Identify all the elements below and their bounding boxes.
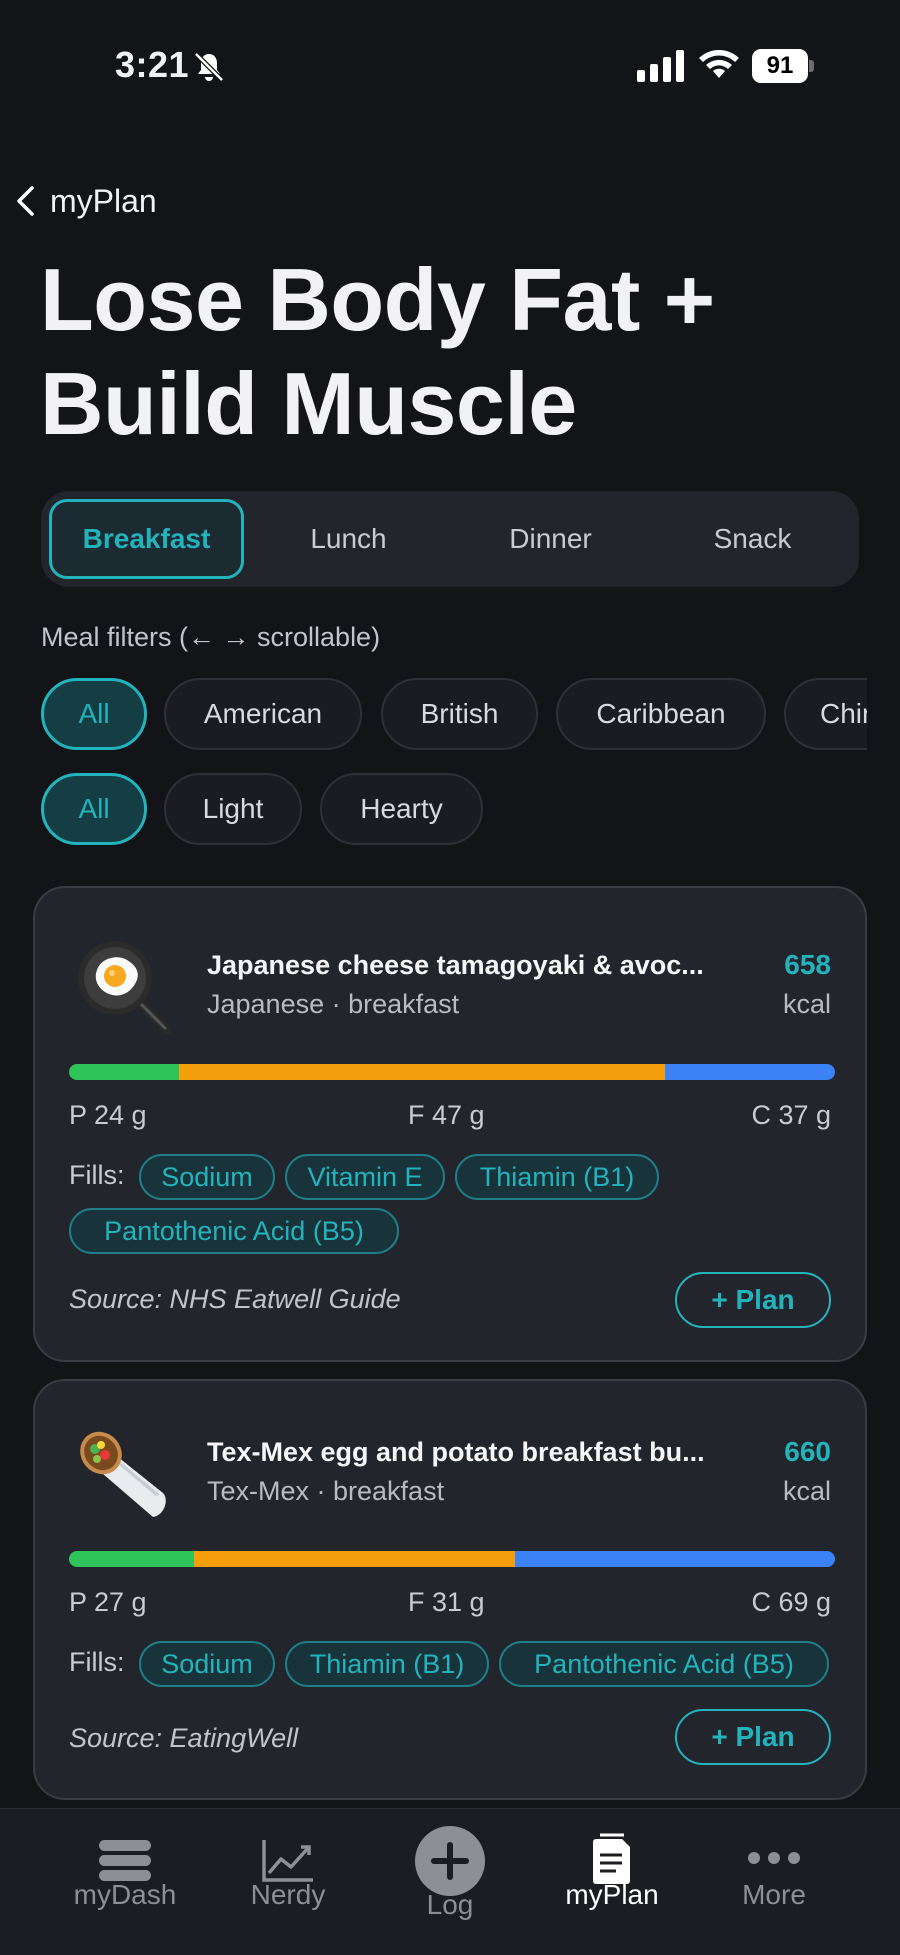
- tab-breakfast[interactable]: Breakfast: [49, 499, 244, 579]
- document-icon: [593, 1833, 630, 1884]
- nutrient-tag: Vitamin E: [285, 1154, 445, 1200]
- tab-label: Nerdy: [250, 1879, 326, 1910]
- meal-kcal-value: 658: [784, 949, 831, 980]
- tab-label: Log: [426, 1889, 474, 1920]
- add-to-plan-button[interactable]: + Plan: [675, 1709, 831, 1765]
- tab-myplan[interactable]: myPlan: [532, 1809, 692, 1955]
- battery-indicator: 91: [752, 49, 814, 83]
- meal-source: Source: EatingWell: [69, 1723, 299, 1753]
- portion-chip-light[interactable]: Light: [164, 773, 302, 845]
- macro-bar: [69, 1064, 835, 1080]
- meal-name: Tex-Mex egg and potato breakfast bu...: [207, 1437, 705, 1467]
- tab-lunch[interactable]: Lunch: [251, 499, 446, 579]
- page-title: Lose Body Fat + Build Muscle: [40, 250, 715, 453]
- battery-level: 91: [752, 49, 808, 83]
- tab-nerdy[interactable]: Nerdy: [208, 1809, 368, 1955]
- macro-bar-protein: [69, 1551, 194, 1567]
- ellipsis-icon: [748, 1852, 800, 1864]
- meal-kcal-unit: kcal: [782, 989, 831, 1019]
- back-label: myPlan: [50, 182, 157, 219]
- meal-cuisine: Tex-Mex · breakfast: [207, 1476, 445, 1506]
- meal-kcal-unit: kcal: [782, 1476, 831, 1506]
- tab-label: myDash: [73, 1879, 177, 1910]
- back-button[interactable]: myPlan: [12, 176, 157, 226]
- bell-slash-icon: [194, 52, 224, 82]
- tab-label: More: [742, 1879, 806, 1910]
- macro-bar: [69, 1551, 835, 1567]
- wifi-icon: [699, 50, 739, 78]
- cuisine-filter-row[interactable]: All American British Caribbean Chinese: [41, 678, 867, 750]
- cuisine-chip-british[interactable]: British: [381, 678, 538, 750]
- tab-mydash[interactable]: myDash: [45, 1809, 205, 1955]
- tab-snack[interactable]: Snack: [655, 499, 850, 579]
- meal-filters-label: Meal filters (← → scrollable): [41, 622, 381, 652]
- bottom-tab-bar: myDash Nerdy Log myPlan More: [0, 1808, 900, 1955]
- meal-card[interactable]: Japanese cheese tamagoyaki & avoc... Jap…: [33, 886, 867, 1362]
- macro-bar-fat: [178, 1064, 665, 1080]
- fills-label: Fills:: [69, 1647, 125, 1677]
- stack-icon: [99, 1840, 151, 1881]
- meal-name: Japanese cheese tamagoyaki & avoc...: [207, 950, 704, 980]
- nutrient-tag: Pantothenic Acid (B5): [499, 1641, 829, 1687]
- meal-cuisine: Japanese · breakfast: [207, 989, 460, 1019]
- fat-grams: F 47 g: [408, 1100, 485, 1130]
- nutrient-tag: Thiamin (B1): [285, 1641, 489, 1687]
- macro-bar-protein: [69, 1064, 179, 1080]
- status-time: 3:21: [115, 44, 190, 85]
- tab-log[interactable]: Log: [370, 1809, 530, 1955]
- protein-grams: P 27 g: [69, 1587, 147, 1617]
- nutrient-tag: Sodium: [139, 1154, 275, 1200]
- nutrient-tag: Pantothenic Acid (B5): [69, 1208, 399, 1254]
- fat-grams: F 31 g: [408, 1587, 485, 1617]
- macro-bar-carbs: [664, 1064, 835, 1080]
- nutrient-tag: Thiamin (B1): [455, 1154, 659, 1200]
- cuisine-chip-chinese[interactable]: Chinese: [784, 678, 867, 750]
- tab-dinner[interactable]: Dinner: [453, 499, 648, 579]
- portion-filter-row[interactable]: All Light Hearty: [41, 773, 867, 845]
- cuisine-chip-american[interactable]: American: [164, 678, 362, 750]
- portion-chip-all[interactable]: All: [41, 773, 147, 845]
- add-to-plan-button[interactable]: + Plan: [675, 1272, 831, 1328]
- carbs-grams: C 69 g: [751, 1587, 831, 1617]
- status-bar: 3:21 91: [0, 0, 900, 130]
- burrito-icon: [80, 1431, 166, 1517]
- plus-circle-icon: [415, 1826, 485, 1896]
- fills-label: Fills:: [69, 1160, 125, 1190]
- macro-bar-carbs: [514, 1551, 835, 1567]
- frying-pan-egg-icon: [78, 941, 172, 1035]
- battery-tip: [809, 60, 814, 72]
- cellular-signal-icon: [637, 50, 684, 82]
- meal-type-tabs: Breakfast Lunch Dinner Snack: [41, 491, 859, 587]
- chevron-left-icon: [17, 186, 34, 216]
- protein-grams: P 24 g: [69, 1100, 147, 1130]
- cuisine-chip-caribbean[interactable]: Caribbean: [556, 678, 766, 750]
- meal-kcal-value: 660: [784, 1436, 831, 1467]
- tab-label: myPlan: [565, 1879, 659, 1910]
- carbs-grams: C 37 g: [751, 1100, 831, 1130]
- nutrient-tag: Sodium: [139, 1641, 275, 1687]
- chart-icon: [262, 1840, 313, 1882]
- meal-card[interactable]: Tex-Mex egg and potato breakfast bu... T…: [33, 1379, 867, 1800]
- cuisine-chip-all[interactable]: All: [41, 678, 147, 750]
- macro-bar-fat: [193, 1551, 515, 1567]
- meal-source: Source: NHS Eatwell Guide: [69, 1284, 401, 1314]
- tab-more[interactable]: More: [694, 1809, 854, 1955]
- portion-chip-hearty[interactable]: Hearty: [320, 773, 483, 845]
